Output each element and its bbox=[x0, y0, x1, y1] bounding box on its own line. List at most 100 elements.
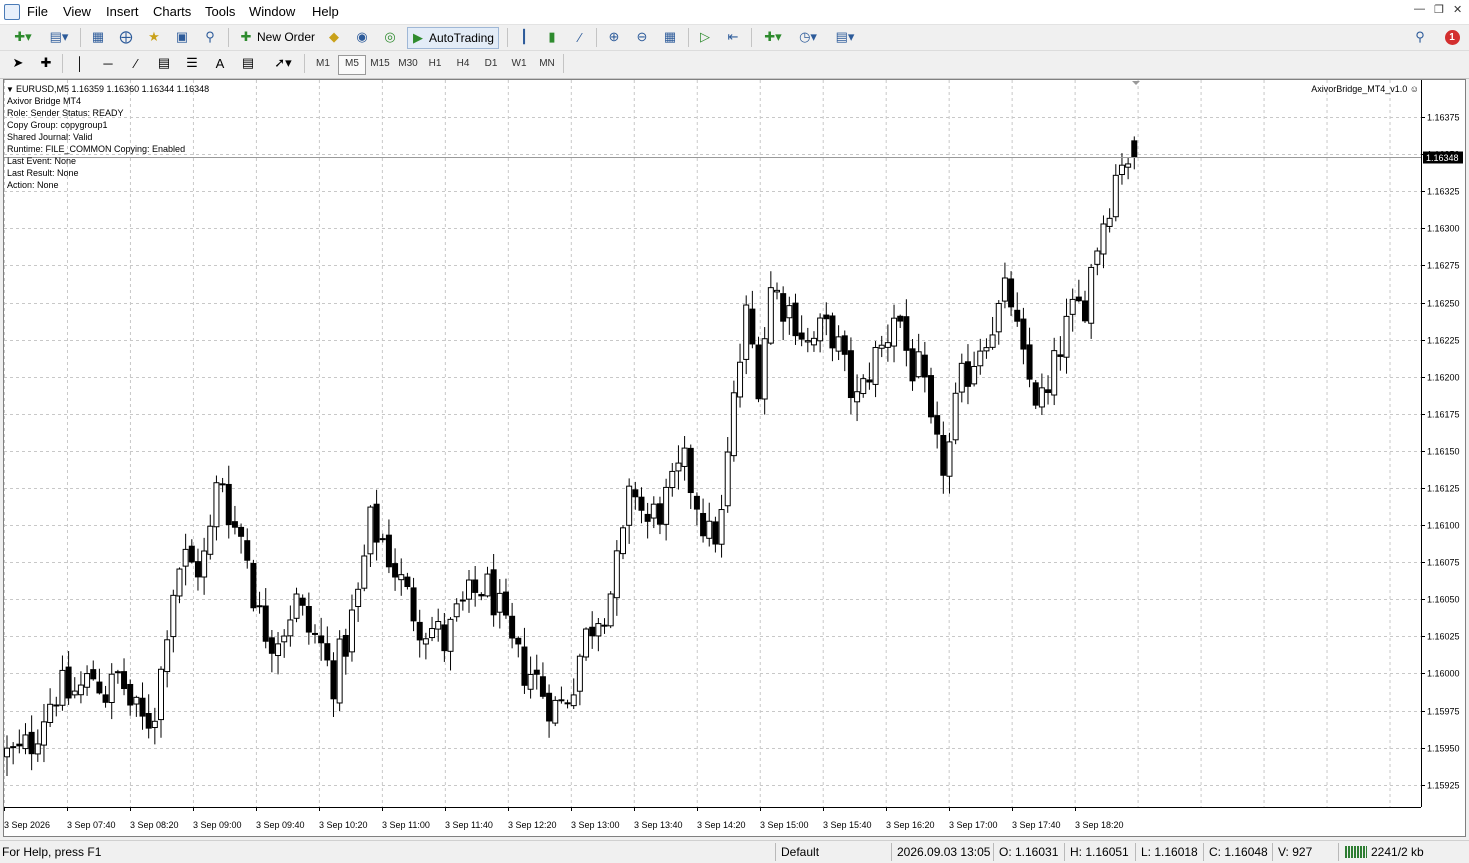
candle-bull bbox=[737, 361, 744, 398]
timeframe-h4[interactable]: H4 bbox=[450, 55, 476, 73]
candlestick-chart-icon[interactable]: ▮ bbox=[542, 28, 562, 46]
metaeditor-icon[interactable]: ◆ bbox=[324, 28, 344, 46]
templates-icon[interactable]: ▤▾ bbox=[830, 28, 860, 46]
profiles-icon[interactable]: ▤▾ bbox=[44, 28, 74, 46]
candle-bull bbox=[872, 347, 879, 385]
candle-bull bbox=[810, 337, 817, 346]
zoom-out-icon[interactable]: ⊖ bbox=[632, 28, 652, 46]
tile-windows-icon[interactable]: ▦ bbox=[660, 28, 680, 46]
candle-bull bbox=[22, 734, 29, 750]
price-chart[interactable]: 1.163751.163501.163251.163001.162751.162… bbox=[4, 80, 1465, 836]
menu-file[interactable]: File bbox=[27, 4, 48, 19]
candle-bear bbox=[305, 605, 312, 633]
timeframe-d1[interactable]: D1 bbox=[478, 55, 504, 73]
timeframe-mn[interactable]: MN bbox=[534, 55, 560, 73]
auto-scroll-icon[interactable]: ▷ bbox=[695, 28, 715, 46]
candle-bear bbox=[1032, 382, 1039, 406]
candle-bull bbox=[466, 579, 472, 600]
candle-bull bbox=[583, 628, 590, 658]
equidistant-channel-icon[interactable]: ▤ bbox=[154, 54, 174, 72]
periods-icon[interactable]: ◷▾ bbox=[793, 28, 823, 46]
bar-chart-icon[interactable]: ┃ bbox=[514, 28, 534, 46]
chart-window[interactable]: 1.163751.163501.163251.163001.162751.162… bbox=[3, 79, 1466, 837]
crosshair-icon[interactable]: ✚ bbox=[36, 54, 56, 72]
new-chart-icon[interactable]: ✚▾ bbox=[8, 28, 38, 46]
menu-window[interactable]: Window bbox=[249, 4, 295, 19]
fibonacci-icon[interactable]: ☰ bbox=[182, 54, 202, 72]
candle-bull bbox=[570, 694, 577, 707]
candle-bear bbox=[145, 712, 152, 729]
timeframe-m30[interactable]: M30 bbox=[394, 55, 422, 73]
candle-bear bbox=[324, 643, 331, 661]
candle-bear bbox=[330, 660, 337, 700]
strategy-tester-icon[interactable]: ⚲ bbox=[200, 28, 220, 46]
data-window-icon[interactable]: ⨁ bbox=[116, 28, 136, 46]
candle-bull bbox=[422, 638, 429, 645]
arrows-icon[interactable]: ➚▾ bbox=[268, 54, 298, 72]
candle-bull bbox=[552, 699, 559, 724]
menu-help[interactable]: Help bbox=[312, 4, 339, 19]
candle-bull bbox=[287, 619, 294, 637]
candle-bear bbox=[121, 671, 128, 690]
autotrading-button[interactable]: ▶ AutoTrading bbox=[407, 27, 499, 49]
trendline-icon[interactable]: ∕ bbox=[126, 54, 146, 72]
candle-bull bbox=[786, 305, 793, 319]
text-label-icon[interactable]: ▤ bbox=[238, 54, 258, 72]
candle-bear bbox=[712, 521, 719, 545]
candle-bull bbox=[361, 555, 368, 589]
timeframe-m15[interactable]: M15 bbox=[366, 55, 394, 73]
restore-icon[interactable]: ❐ bbox=[1434, 3, 1444, 16]
text-icon[interactable]: A bbox=[210, 54, 230, 72]
candle-bull bbox=[170, 594, 177, 638]
candle-bull bbox=[884, 342, 891, 348]
candle-bear bbox=[780, 293, 787, 322]
candle-bull bbox=[730, 392, 737, 457]
market-watch-icon[interactable]: ▦ bbox=[88, 28, 108, 46]
menu-charts[interactable]: Charts bbox=[153, 4, 191, 19]
candle-bull bbox=[47, 703, 54, 723]
chart-menu-arrow-icon[interactable]: ▼ bbox=[6, 85, 14, 94]
bar-low: L: 1.16018 bbox=[1141, 845, 1198, 859]
menu-tools[interactable]: Tools bbox=[205, 4, 235, 19]
minimize-icon[interactable]: — bbox=[1414, 3, 1425, 15]
chart-shift-icon[interactable]: ⇤ bbox=[723, 28, 743, 46]
menu-insert[interactable]: Insert bbox=[106, 4, 139, 19]
bar-close: C: 1.16048 bbox=[1209, 845, 1268, 859]
candle-bull bbox=[201, 550, 208, 578]
horizontal-line-icon[interactable]: ─ bbox=[98, 54, 118, 72]
profile-name: Default bbox=[781, 845, 820, 859]
menu-view[interactable]: View bbox=[63, 4, 91, 19]
y-tick-label: 1.16150 bbox=[1427, 447, 1460, 457]
timeframe-m1[interactable]: M1 bbox=[310, 55, 336, 73]
timeframe-h1[interactable]: H1 bbox=[422, 55, 448, 73]
candle-bear bbox=[841, 335, 848, 355]
signals-icon[interactable]: ◎ bbox=[380, 28, 400, 46]
terminal-icon[interactable]: ▣ bbox=[172, 28, 192, 46]
cursor-icon[interactable]: ➤ bbox=[8, 54, 28, 72]
y-tick-label: 1.15975 bbox=[1427, 707, 1460, 717]
zoom-in-icon[interactable]: ⊕ bbox=[604, 28, 624, 46]
candle-bull bbox=[527, 673, 534, 690]
notifications-icon[interactable]: 1 bbox=[1440, 28, 1464, 46]
close-icon[interactable]: ✕ bbox=[1453, 3, 1462, 16]
line-chart-icon[interactable]: ∕ bbox=[570, 28, 590, 46]
candle-bear bbox=[65, 666, 72, 699]
search-icon[interactable]: ⚲ bbox=[1410, 28, 1430, 46]
navigator-icon[interactable]: ★ bbox=[144, 28, 164, 46]
new-order-button[interactable]: ✚ New Order bbox=[236, 27, 319, 47]
candle-bull bbox=[158, 668, 164, 721]
candle-bull bbox=[1038, 387, 1045, 408]
timeframe-m5[interactable]: M5 bbox=[338, 55, 366, 75]
candle-bull bbox=[447, 618, 454, 652]
x-tick-label: 3 Sep 08:20 bbox=[130, 820, 179, 830]
candle-bear bbox=[866, 379, 873, 383]
candle-bear bbox=[16, 743, 23, 747]
y-tick-label: 1.16200 bbox=[1427, 373, 1460, 383]
indicators-icon[interactable]: ✚▾ bbox=[758, 28, 788, 46]
y-tick-label: 1.16325 bbox=[1427, 187, 1460, 197]
community-icon[interactable]: ◉ bbox=[352, 28, 372, 46]
candle-bull bbox=[761, 338, 768, 400]
vertical-line-icon[interactable]: │ bbox=[70, 54, 90, 72]
timeframe-w1[interactable]: W1 bbox=[506, 55, 532, 73]
bar-volume: V: 927 bbox=[1278, 845, 1313, 859]
